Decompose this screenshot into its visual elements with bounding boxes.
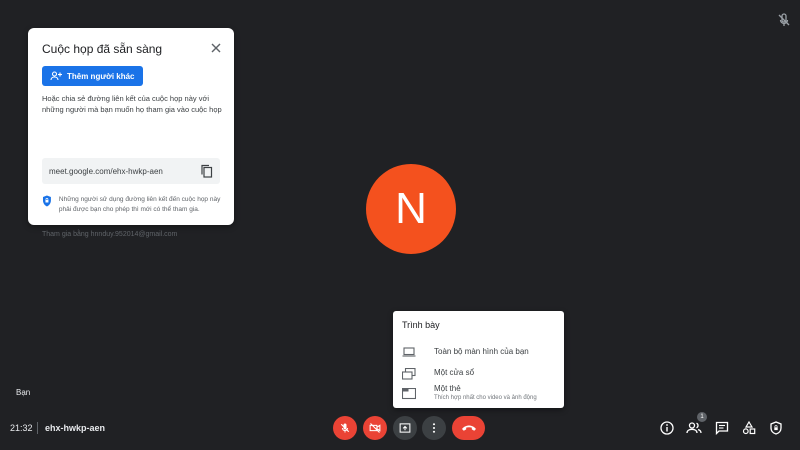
leave-call-button[interactable] [452, 416, 485, 440]
activities-button[interactable] [741, 420, 757, 436]
meeting-link-field[interactable]: meet.google.com/ehx-hwkp-aen [42, 158, 220, 184]
laptop-icon [402, 347, 416, 357]
close-icon[interactable] [210, 42, 222, 54]
meeting-ready-card: Cuộc họp đã sẵn sàng Thêm người khác Hoặ… [28, 28, 234, 238]
people-icon [686, 422, 702, 434]
tab-icon [402, 388, 416, 400]
more-options-button[interactable] [422, 416, 446, 440]
camera-toggle-button[interactable] [363, 416, 387, 440]
add-person-icon [50, 71, 62, 81]
present-entire-screen-label: Toàn bộ màn hình của bạn [434, 347, 529, 356]
participant-avatar: N [366, 164, 456, 254]
add-people-label: Thêm người khác [67, 71, 135, 81]
shield-lock-icon [770, 421, 782, 435]
joined-as-text: Tham gia bằng hnnduy.952014@gmail.com [42, 231, 178, 238]
meeting-details-button[interactable] [659, 420, 675, 436]
window-icon [402, 368, 416, 380]
chat-button[interactable] [714, 420, 730, 436]
present-tab-label: Một thẻ [434, 384, 461, 393]
meeting-link-text: meet.google.com/ehx-hwkp-aen [49, 166, 163, 176]
divider [37, 422, 38, 434]
present-tab-sublabel: Thích hợp nhất cho video và ảnh động [434, 395, 537, 401]
present-menu: Trình bày Toàn bộ màn hình của bạn Một c… [393, 311, 564, 408]
security-note: Những người sử dụng đường liên kết đến c… [42, 195, 222, 215]
participants-button[interactable] [686, 420, 702, 436]
shapes-icon [742, 421, 756, 435]
present-now-button[interactable] [393, 416, 417, 440]
more-vert-icon [432, 423, 436, 433]
present-entire-screen-item[interactable]: Toàn bộ màn hình của bạn [393, 342, 564, 362]
security-note-text: Những người sử dụng đường liên kết đến c… [58, 196, 221, 213]
mic-off-icon [778, 13, 790, 26]
participants-count-badge: 1 [697, 412, 707, 422]
card-title: Cuộc họp đã sẵn sàng [42, 42, 163, 56]
mic-toggle-button[interactable] [333, 416, 357, 440]
chat-icon [715, 421, 729, 435]
camera-off-icon [369, 423, 381, 433]
meeting-time: 21:32 [10, 423, 33, 433]
add-people-button[interactable]: Thêm người khác [42, 66, 143, 86]
copy-icon[interactable] [200, 164, 213, 178]
present-menu-title: Trình bày [402, 320, 440, 330]
info-icon [660, 421, 674, 435]
shield-icon [42, 195, 51, 207]
self-tile-label: Bạn [16, 388, 31, 397]
share-description: Hoặc chia sẻ đường liên kết của cuộc họp… [42, 94, 222, 114]
call-end-icon [461, 425, 476, 431]
host-controls-button[interactable] [768, 420, 784, 436]
meeting-code: ehx-hwkp-aen [45, 423, 106, 433]
present-window-item[interactable]: Một cửa sổ [393, 363, 564, 383]
present-tab-item[interactable]: Một thẻ Thích hợp nhất cho video và ảnh … [393, 384, 564, 408]
present-screen-icon [399, 423, 411, 433]
present-window-label: Một cửa sổ [434, 368, 475, 377]
mic-off-icon [340, 423, 350, 433]
